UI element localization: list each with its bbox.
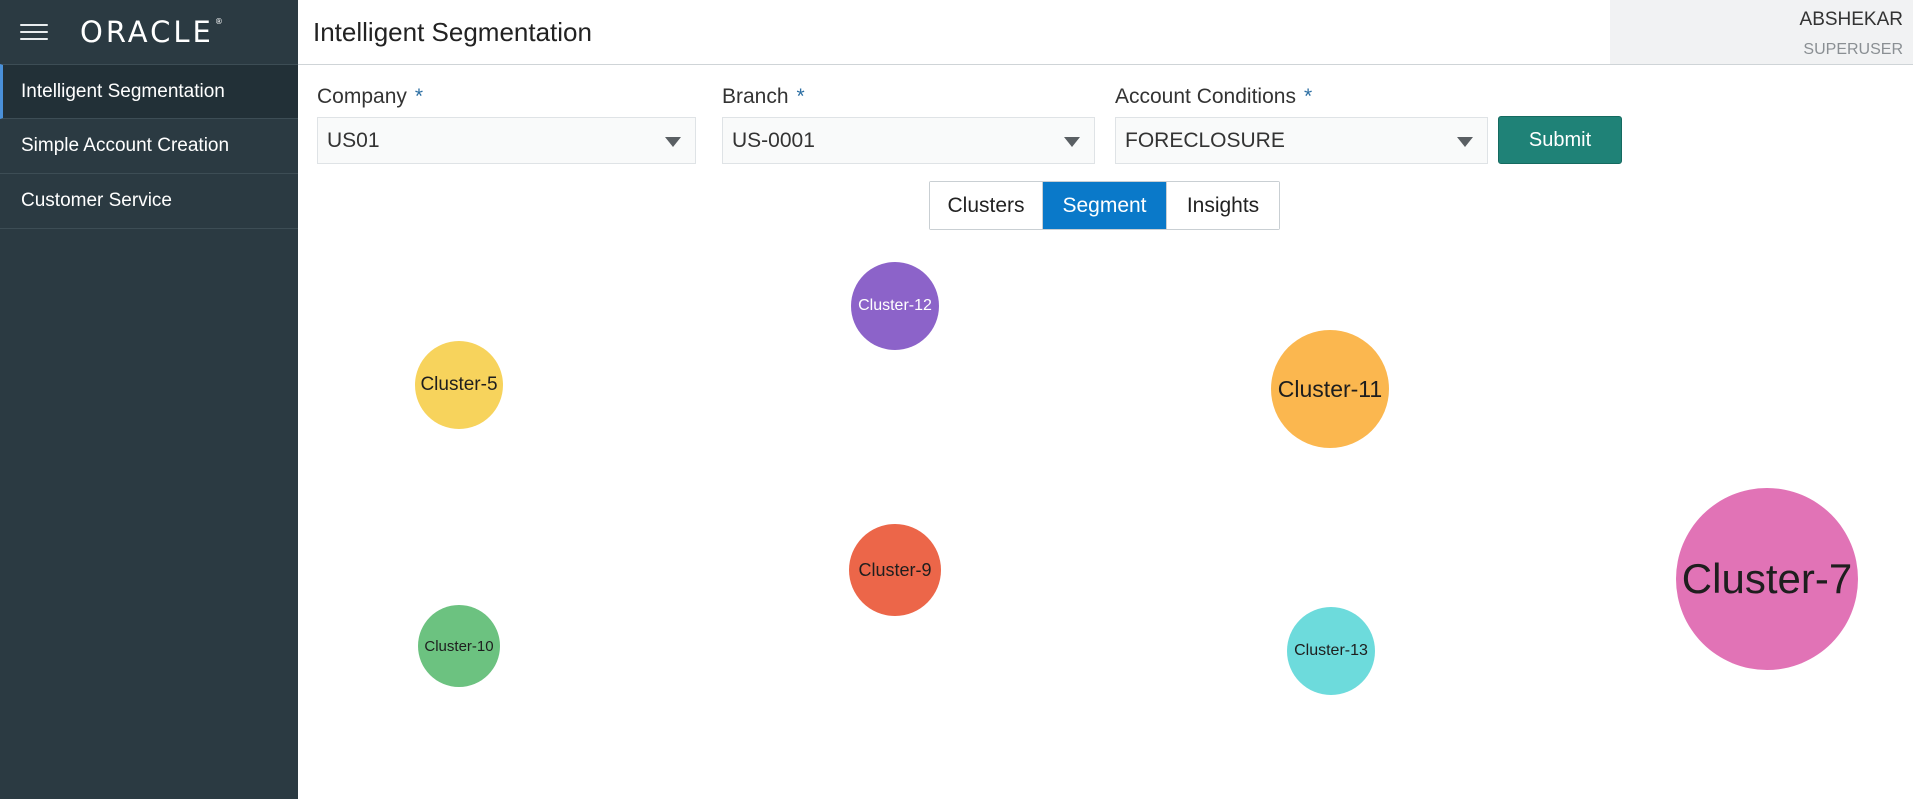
- account-conditions-label: Account Conditions *: [1115, 85, 1313, 108]
- page-title: Intelligent Segmentation: [313, 17, 592, 47]
- submit-button[interactable]: Submit: [1498, 116, 1622, 164]
- brand-bar: ORACLE®: [0, 0, 298, 64]
- account-conditions-field: Account Conditions * FORECLOSURE: [1115, 85, 1488, 164]
- hamburger-menu-icon[interactable]: [20, 22, 48, 42]
- company-select[interactable]: US01: [317, 117, 696, 164]
- company-value: US01: [327, 128, 380, 152]
- account-conditions-value: FORECLOSURE: [1125, 128, 1285, 152]
- cluster-bubble-12[interactable]: Cluster-12: [851, 262, 939, 350]
- cluster-bubble-10[interactable]: Cluster-10: [418, 605, 500, 687]
- cluster-bubble-9[interactable]: Cluster-9: [849, 524, 941, 616]
- tab-insights[interactable]: Insights: [1166, 182, 1279, 229]
- sidebar-item-label: Simple Account Creation: [21, 135, 230, 156]
- sidebar-item-simple-account-creation[interactable]: Simple Account Creation: [0, 119, 298, 174]
- dropdown-caret-icon: [1064, 137, 1080, 147]
- branch-field: Branch * US-0001: [722, 85, 1095, 164]
- tab-segment[interactable]: Segment: [1043, 182, 1166, 229]
- user-menu[interactable]: ABSHEKAR SUPERUSER: [1610, 0, 1913, 64]
- sidebar-item-customer-service[interactable]: Customer Service: [0, 174, 298, 229]
- branch-label: Branch *: [722, 85, 805, 108]
- sidebar-item-label: Intelligent Segmentation: [21, 80, 225, 102]
- company-field: Company * US01: [317, 85, 696, 164]
- sidebar-item-label: Customer Service: [21, 190, 172, 211]
- branch-select[interactable]: US-0001: [722, 117, 1095, 164]
- company-label: Company *: [317, 85, 424, 108]
- sidebar: ORACLE® Intelligent Segmentation Simple …: [0, 0, 298, 799]
- cluster-bubble-5[interactable]: Cluster-5: [415, 341, 503, 429]
- cluster-bubble-7[interactable]: Cluster-7: [1676, 488, 1858, 670]
- sidebar-item-intelligent-segmentation[interactable]: Intelligent Segmentation: [0, 64, 298, 119]
- cluster-bubble-11[interactable]: Cluster-11: [1271, 330, 1389, 448]
- cluster-bubble-13[interactable]: Cluster-13: [1287, 607, 1375, 695]
- dropdown-caret-icon: [665, 137, 681, 147]
- header: Intelligent Segmentation ABSHEKAR SUPERU…: [298, 0, 1913, 65]
- dropdown-caret-icon: [1457, 137, 1473, 147]
- account-conditions-select[interactable]: FORECLOSURE: [1115, 117, 1488, 164]
- segment-bubble-chart: Cluster-12 Cluster-5 Cluster-11 Cluster-…: [298, 240, 1913, 799]
- user-role: SUPERUSER: [1803, 41, 1903, 58]
- oracle-logo: ORACLE®: [80, 14, 223, 49]
- tab-clusters[interactable]: Clusters: [930, 182, 1043, 229]
- user-name: ABSHEKAR: [1799, 9, 1903, 30]
- branch-value: US-0001: [732, 128, 815, 152]
- view-tabs: Clusters Segment Insights: [929, 181, 1280, 230]
